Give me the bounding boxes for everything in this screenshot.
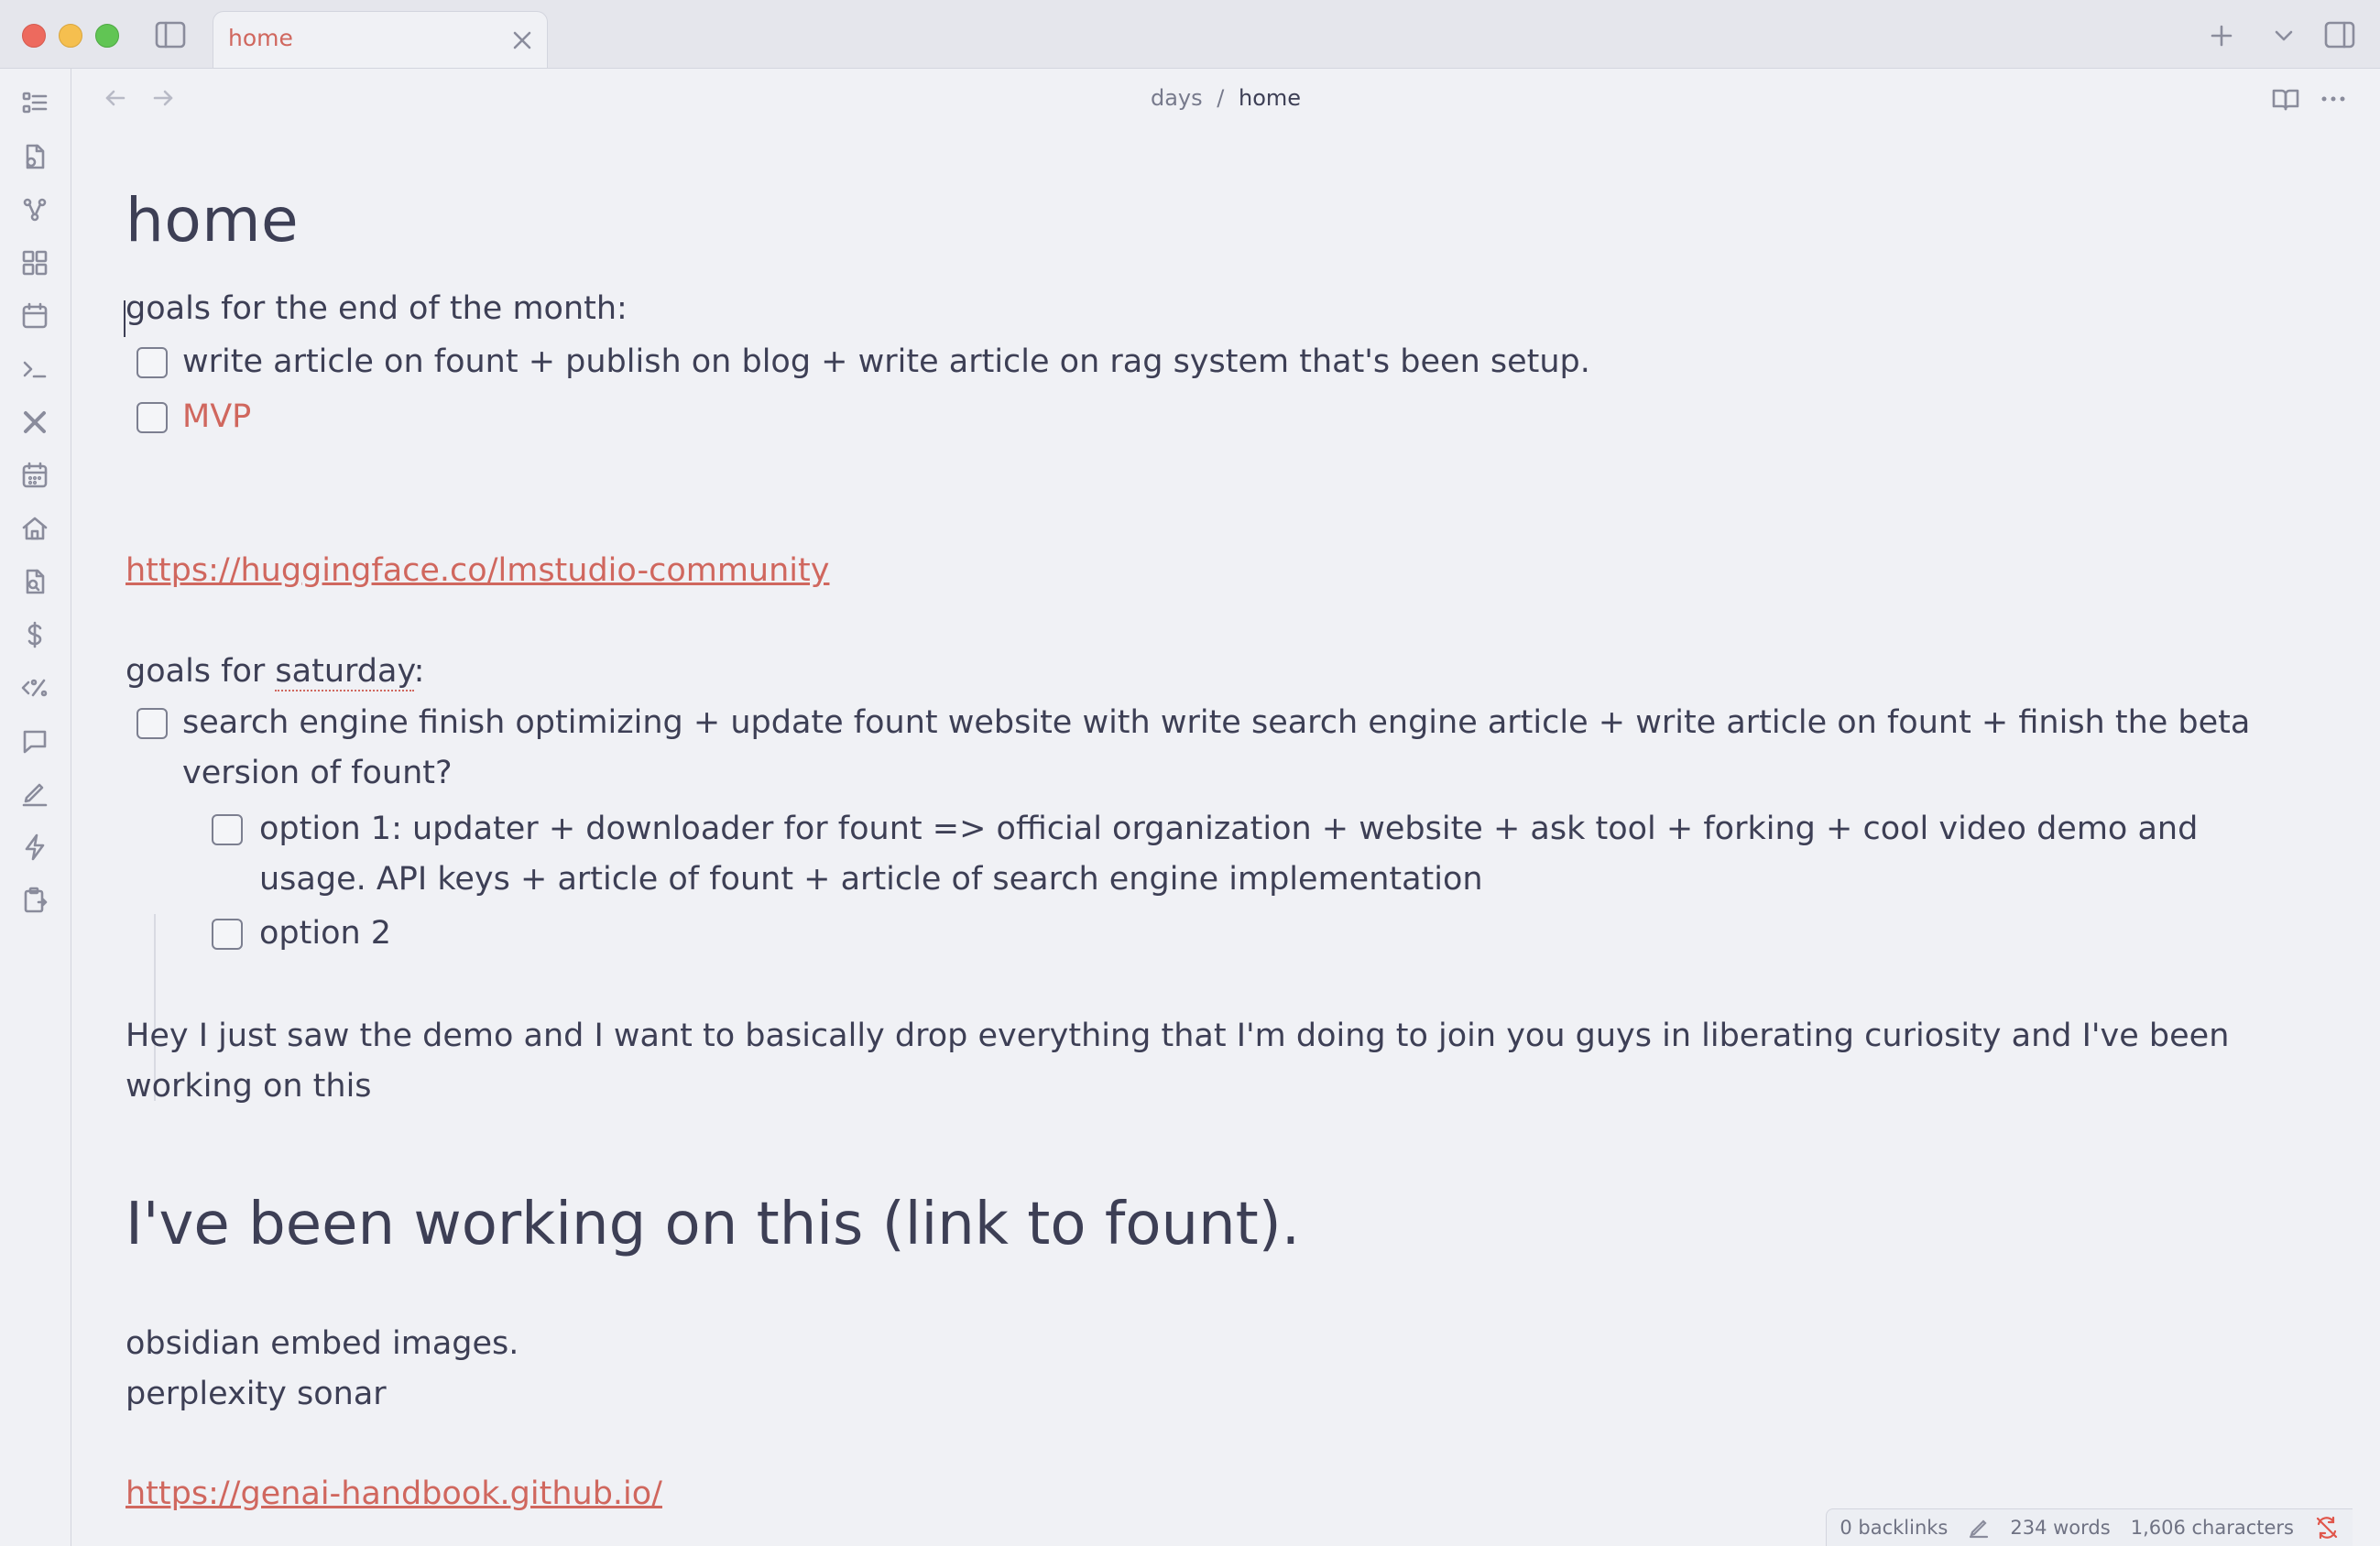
calendar-icon[interactable]: [16, 298, 53, 334]
grid-icon[interactable]: [16, 245, 53, 281]
task-checkbox[interactable]: [136, 402, 168, 433]
edit-pencil-icon[interactable]: [1968, 1517, 1990, 1539]
task-checkbox[interactable]: [136, 708, 168, 739]
heading-2[interactable]: I've been working on this (link to fount…: [126, 1191, 1300, 1258]
chat-icon[interactable]: [16, 723, 53, 759]
title-bar: home: [0, 0, 2380, 69]
sidebar-toggle-icon[interactable]: [152, 18, 189, 51]
backlinks-count[interactable]: 0 backlinks: [1840, 1517, 1948, 1539]
breadcrumb: days / home: [71, 85, 2380, 111]
file-search-icon[interactable]: [16, 563, 53, 600]
character-count: 1,606 characters: [2130, 1517, 2294, 1539]
text-line[interactable]: perplexity sonar: [126, 1369, 2287, 1420]
text-line[interactable]: obsidian embed images.: [126, 1319, 2287, 1369]
goals-saturday-prefix: goals for: [126, 653, 276, 690]
task-text[interactable]: option 1: updater + downloader for fount…: [259, 804, 2275, 905]
status-bar: 0 backlinks 234 words 1,606 characters: [1826, 1508, 2353, 1546]
goals-saturday-suffix: :: [413, 653, 425, 690]
graph-icon[interactable]: [16, 191, 53, 228]
breadcrumb-current[interactable]: home: [1239, 85, 1301, 111]
task-checkbox[interactable]: [136, 347, 168, 378]
view-header: days / home: [71, 69, 2380, 127]
tab-home[interactable]: home: [213, 11, 548, 68]
dollar-icon[interactable]: [16, 616, 53, 653]
terminal-icon[interactable]: [16, 351, 53, 387]
message-paragraph[interactable]: Hey I just saw the demo and I want to ba…: [126, 1011, 2297, 1112]
lightning-icon[interactable]: [16, 829, 53, 866]
right-sidebar-toggle-icon[interactable]: [2321, 18, 2358, 51]
reading-view-book-icon[interactable]: [2268, 83, 2303, 114]
tab-list-chevron-down-icon[interactable]: [2268, 20, 2299, 51]
breadcrumb-separator: /: [1217, 85, 1225, 111]
task-checkbox[interactable]: [212, 919, 243, 950]
note-title[interactable]: home: [126, 185, 299, 256]
breadcrumb-folder[interactable]: days: [1151, 85, 1203, 111]
link-paragraph: https://huggingface.co/lmstudio-communit…: [126, 546, 2287, 596]
task-text[interactable]: option 2: [259, 909, 391, 959]
minimize-window-button[interactable]: [59, 24, 82, 48]
task-checkbox[interactable]: [212, 814, 243, 845]
clipboard-icon[interactable]: [16, 882, 53, 919]
task-link-mvp[interactable]: MVP: [182, 392, 251, 442]
task-text[interactable]: search engine finish optimizing + update…: [182, 698, 2280, 799]
goals-month-heading[interactable]: goals for the end of the month:: [126, 284, 2287, 334]
maximize-window-button[interactable]: [95, 24, 119, 48]
new-tab-icon[interactable]: [2206, 20, 2237, 51]
calendar-days-icon[interactable]: [16, 457, 53, 494]
tab-label: home: [228, 25, 293, 51]
word-count: 234 words: [2010, 1517, 2111, 1539]
close-window-button[interactable]: [22, 24, 46, 48]
pen-icon[interactable]: [16, 776, 53, 812]
spellcheck-word: saturday: [275, 653, 414, 691]
left-ribbon: [0, 69, 71, 1546]
home-icon[interactable]: [16, 510, 53, 547]
code-percent-icon[interactable]: [16, 670, 53, 706]
list-icon[interactable]: [16, 85, 53, 122]
tools-icon[interactable]: [16, 404, 53, 441]
task-text[interactable]: write article on fount + publish on blog…: [182, 337, 1590, 387]
close-tab-icon[interactable]: [508, 27, 536, 54]
sync-error-icon[interactable]: [2314, 1515, 2340, 1541]
huggingface-link[interactable]: https://huggingface.co/lmstudio-communit…: [126, 552, 829, 589]
goals-saturday-heading[interactable]: goals for saturday:: [126, 647, 2287, 697]
genai-handbook-link[interactable]: https://genai-handbook.github.io/: [126, 1475, 662, 1512]
file-plus-icon[interactable]: [16, 138, 53, 175]
more-options-icon[interactable]: [2316, 83, 2351, 114]
